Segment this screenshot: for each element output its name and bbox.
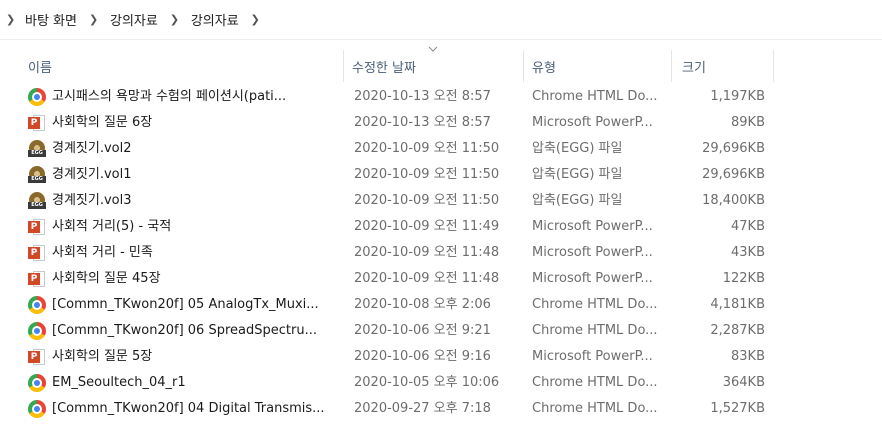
file-row[interactable]: P 사회적 거리(5) - 국적 2020-10-09 오전 11:49 Micros… [0,214,882,240]
powerpoint-icon: P [28,348,46,366]
chevron-right-icon[interactable]: ❯ [170,13,179,26]
file-modified-date: 2020-10-09 오전 11:48 [354,245,500,260]
column-header-name[interactable]: 이름 [0,44,344,88]
file-name: EM_Seoultech_04_r1 [52,375,186,390]
file-row[interactable]: [Commn_TKwon20f] 04 Digital Transmis... 2… [0,396,882,422]
file-row[interactable]: [Commn_TKwon20f] 06 SpreadSpectru... 2020… [0,318,882,344]
file-name: [Commn_TKwon20f] 06 SpreadSpectru... [52,323,317,338]
powerpoint-icon: P [28,114,46,132]
file-modified-date: 2020-10-13 오전 8:57 [354,89,491,104]
file-row[interactable]: EM_Seoultech_04_r1 2020-10-05 오후 10:06 Chr… [0,370,882,396]
file-modified-date: 2020-10-13 오전 8:57 [354,115,491,130]
file-row[interactable]: P 사회적 거리 - 민족 2020-10-09 오전 11:48 Microsoft… [0,240,882,266]
chevron-right-icon[interactable]: ❯ [251,13,260,26]
file-row[interactable]: P 사회학의 질문 45장 2020-10-09 오전 11:48 Microsoft… [0,266,882,292]
file-type: Chrome HTML Do... [532,297,658,312]
chevron-right-icon[interactable]: ❯ [89,13,98,26]
file-type: 압축(EGG) 파일 [532,141,623,156]
column-header-name-label: 이름 [28,60,52,76]
file-name: 사회적 거리 - 민족 [52,245,153,260]
file-modified-date: 2020-10-06 오전 9:21 [354,323,491,338]
file-size: 122KB [722,271,765,286]
file-name: 사회학의 질문 6장 [52,115,153,130]
file-size: 29,696KB [702,141,765,156]
file-modified-date: 2020-10-05 오후 10:06 [354,375,500,390]
file-size: 1,527KB [710,401,765,416]
file-type: Microsoft PowerP... [532,115,653,130]
file-size: 83KB [731,349,765,364]
file-row[interactable]: EGG 경계짓기.vol1 2020-10-09 오전 11:50 압축(EGG) 파… [0,162,882,188]
file-modified-date: 2020-10-08 오후 2:06 [354,297,491,312]
file-row[interactable]: P 사회학의 질문 6장 2020-10-13 오전 8:57 Microsoft P… [0,110,882,136]
column-header-size[interactable]: 크기 [672,44,774,88]
column-header-date-label: 수정한 날짜 [352,60,416,76]
powerpoint-icon: P [28,218,46,236]
file-name: 고시패스의 욕망과 수험의 페이션시(pati... [52,89,287,104]
breadcrumb-item-folder[interactable]: 강의자료 [108,10,160,29]
egg-archive-icon: EGG [28,166,46,184]
file-type: 압축(EGG) 파일 [532,167,623,182]
file-modified-date: 2020-10-09 오전 11:50 [354,167,500,182]
column-header-type[interactable]: 유형 [524,44,672,88]
chevron-right-icon[interactable]: ❯ [6,13,15,26]
column-header-date[interactable]: 수정한 날짜 [344,44,524,88]
chrome-icon [28,88,46,106]
column-header-size-label: 크기 [682,60,706,76]
chrome-icon [28,322,46,340]
file-type: Microsoft PowerP... [532,245,653,260]
chrome-icon [28,400,46,418]
file-type: Chrome HTML Do... [532,323,658,338]
file-type: Chrome HTML Do... [532,375,658,390]
egg-archive-icon: EGG [28,192,46,210]
file-name: 사회학의 질문 45장 [52,271,161,286]
file-row[interactable]: EGG 경계짓기.vol3 2020-10-09 오전 11:50 압축(EGG) 파… [0,188,882,214]
column-header-type-label: 유형 [532,60,556,76]
powerpoint-icon: P [28,270,46,288]
file-row[interactable]: P 사회학의 질문 5장 2020-10-06 오전 9:16 Microsoft P… [0,344,882,370]
file-name: [Commn_TKwon20f] 04 Digital Transmis... [52,401,325,416]
file-type: Chrome HTML Do... [532,89,658,104]
file-size: 43KB [731,245,765,260]
file-row[interactable]: EGG 경계짓기.vol2 2020-10-09 오전 11:50 압축(EGG) 파… [0,136,882,162]
file-type: Chrome HTML Do... [532,401,658,416]
file-size: 364KB [722,375,765,390]
breadcrumb: ❯ 바탕 화면 ❯ 강의자료 ❯ 강의자료 ❯ [0,0,882,40]
file-modified-date: 2020-10-09 오전 11:49 [354,219,500,234]
file-modified-date: 2020-10-09 오전 11:48 [354,271,500,286]
file-type: Microsoft PowerP... [532,271,653,286]
chrome-icon [28,296,46,314]
file-size: 47KB [731,219,765,234]
file-row[interactable]: 고시패스의 욕망과 수험의 페이션시(pati... 2020-10-13 오전 … [0,84,882,110]
file-size: 29,696KB [702,167,765,182]
column-header-row: 이름 수정한 날짜 유형 크기 [0,44,882,88]
file-size: 2,287KB [710,323,765,338]
file-modified-date: 2020-10-06 오전 9:16 [354,349,491,364]
file-type: Microsoft PowerP... [532,219,653,234]
file-name: 경계짓기.vol3 [52,193,132,208]
file-modified-date: 2020-09-27 오후 7:18 [354,401,491,416]
powerpoint-icon: P [28,244,46,262]
file-name: 사회적 거리(5) - 국적 [52,219,172,234]
file-type: 압축(EGG) 파일 [532,193,623,208]
file-name: 사회학의 질문 5장 [52,349,153,364]
file-size: 1,197KB [710,89,765,104]
file-size: 89KB [731,115,765,130]
file-name: [Commn_TKwon20f] 05 AnalogTx_Muxi... [52,297,319,312]
file-size: 4,181KB [710,297,765,312]
egg-archive-icon: EGG [28,140,46,158]
file-type: Microsoft PowerP... [532,349,653,364]
breadcrumb-item-current-folder[interactable]: 강의자료 [189,10,241,29]
file-size: 18,400KB [702,193,765,208]
chrome-icon [28,374,46,392]
file-modified-date: 2020-10-09 오전 11:50 [354,193,500,208]
file-name: 경계짓기.vol1 [52,167,132,182]
file-row[interactable]: [Commn_TKwon20f] 05 AnalogTx_Muxi... 2020… [0,292,882,318]
file-name: 경계짓기.vol2 [52,141,132,156]
file-modified-date: 2020-10-09 오전 11:50 [354,141,500,156]
breadcrumb-item-desktop[interactable]: 바탕 화면 [23,10,79,29]
